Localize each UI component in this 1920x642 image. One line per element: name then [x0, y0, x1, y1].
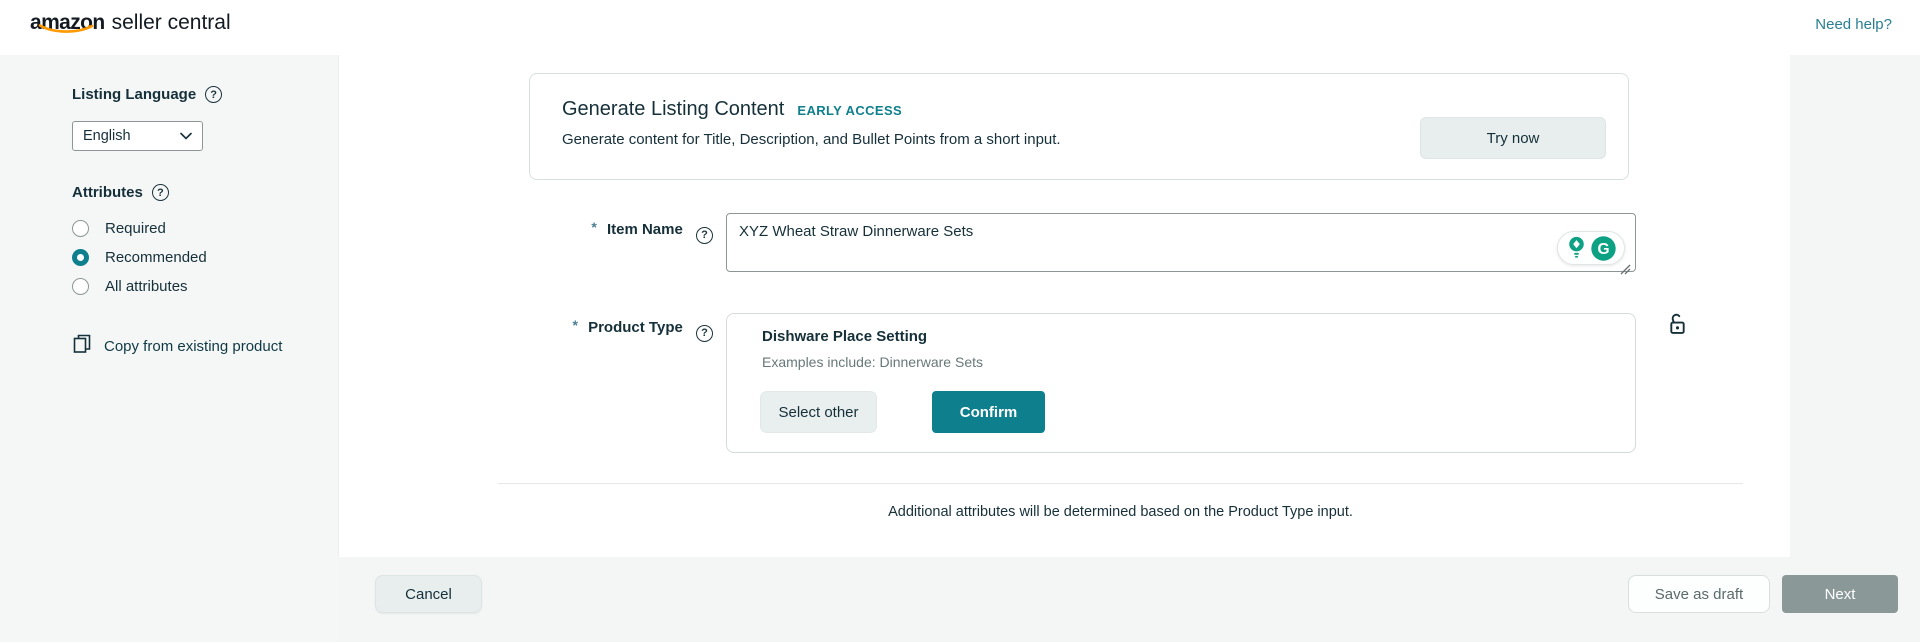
- listing-language-value: English: [83, 128, 131, 144]
- product-type-label-row: * Product Type ?: [473, 317, 713, 342]
- need-help-link[interactable]: Need help?: [1815, 16, 1892, 33]
- required-asterisk: *: [591, 219, 597, 235]
- additional-attributes-note: Additional attributes will be determined…: [888, 504, 1353, 520]
- radio-unselected-icon[interactable]: [72, 277, 89, 295]
- listing-language-label: Listing Language: [72, 86, 197, 103]
- radio-selected-icon[interactable]: [72, 248, 89, 266]
- grammarly-logo-icon[interactable]: G: [1590, 235, 1617, 262]
- copy-from-existing-product-link[interactable]: Copy from existing product: [72, 333, 282, 359]
- unlocked-padlock-icon: [1664, 311, 1691, 343]
- product-type-actions: Select other Confirm: [760, 391, 1045, 433]
- copy-icon: [72, 333, 92, 359]
- product-type-help-icon[interactable]: ?: [696, 324, 713, 342]
- amazon-smile-icon: [38, 16, 96, 40]
- item-name-help-icon[interactable]: ?: [696, 226, 713, 244]
- generate-card-title: Generate Listing Content: [562, 98, 785, 120]
- attributes-label: Attributes: [72, 184, 143, 201]
- amazon-seller-central-logo[interactable]: amazon seller central: [30, 11, 231, 35]
- attributes-option-recommended[interactable]: Recommended: [72, 248, 207, 266]
- product-type-selected-name: Dishware Place Setting: [762, 328, 928, 345]
- required-asterisk: *: [572, 317, 578, 333]
- main-panel: Generate Listing Content EARLY ACCESS Ge…: [338, 55, 1790, 557]
- grammarly-suggestion-bulb-icon[interactable]: [1566, 235, 1587, 261]
- generate-listing-content-card: Generate Listing Content EARLY ACCESS Ge…: [529, 73, 1629, 180]
- attributes-help-icon[interactable]: ?: [151, 184, 169, 201]
- radio-unselected-icon[interactable]: [72, 219, 89, 237]
- select-other-button[interactable]: Select other: [760, 391, 877, 433]
- copy-from-existing-label: Copy from existing product: [104, 337, 283, 355]
- amazon-wordmark: amazon: [30, 11, 105, 35]
- generate-card-title-row: Generate Listing Content EARLY ACCESS: [562, 98, 902, 121]
- grammarly-widget[interactable]: G: [1557, 231, 1625, 265]
- attributes-option-required[interactable]: Required: [72, 219, 166, 237]
- early-access-badge: EARLY ACCESS: [797, 103, 903, 118]
- item-name-input[interactable]: XYZ Wheat Straw Dinnerware Sets: [726, 213, 1636, 272]
- save-as-draft-button[interactable]: Save as draft: [1628, 575, 1770, 613]
- svg-text:G: G: [1597, 241, 1609, 258]
- textarea-resize-handle[interactable]: [1620, 262, 1631, 280]
- radio-label: Required: [105, 219, 166, 237]
- listing-language-help-icon[interactable]: ?: [205, 86, 223, 103]
- item-name-label-row: * Item Name ?: [473, 219, 713, 244]
- chevron-down-icon: [180, 132, 192, 140]
- section-divider: [498, 483, 1743, 484]
- product-type-card: Dishware Place Setting Examples include:…: [726, 313, 1636, 453]
- try-now-button[interactable]: Try now: [1420, 117, 1606, 159]
- product-type-label: Product Type: [588, 319, 683, 336]
- radio-label: Recommended: [105, 248, 207, 266]
- confirm-button[interactable]: Confirm: [932, 391, 1045, 433]
- attributes-label-row: Attributes ?: [72, 184, 169, 201]
- generate-card-subtitle: Generate content for Title, Description,…: [562, 131, 1061, 148]
- top-header: amazon seller central Need help?: [0, 0, 1920, 55]
- next-button[interactable]: Next: [1782, 575, 1898, 613]
- radio-label: All attributes: [105, 277, 188, 295]
- item-name-label: Item Name: [606, 221, 683, 238]
- listing-language-select[interactable]: English: [72, 121, 203, 151]
- attributes-option-all[interactable]: All attributes: [72, 277, 188, 295]
- cancel-button[interactable]: Cancel: [375, 575, 482, 613]
- seller-central-page: Listing Language ? English Attributes ? …: [0, 0, 1920, 642]
- product-type-examples: Examples include: Dinnerware Sets: [762, 354, 983, 370]
- seller-central-wordmark: seller central: [111, 11, 231, 34]
- listing-language-label-row: Listing Language ?: [72, 86, 223, 103]
- sidebar: Listing Language ? English Attributes ? …: [0, 55, 338, 642]
